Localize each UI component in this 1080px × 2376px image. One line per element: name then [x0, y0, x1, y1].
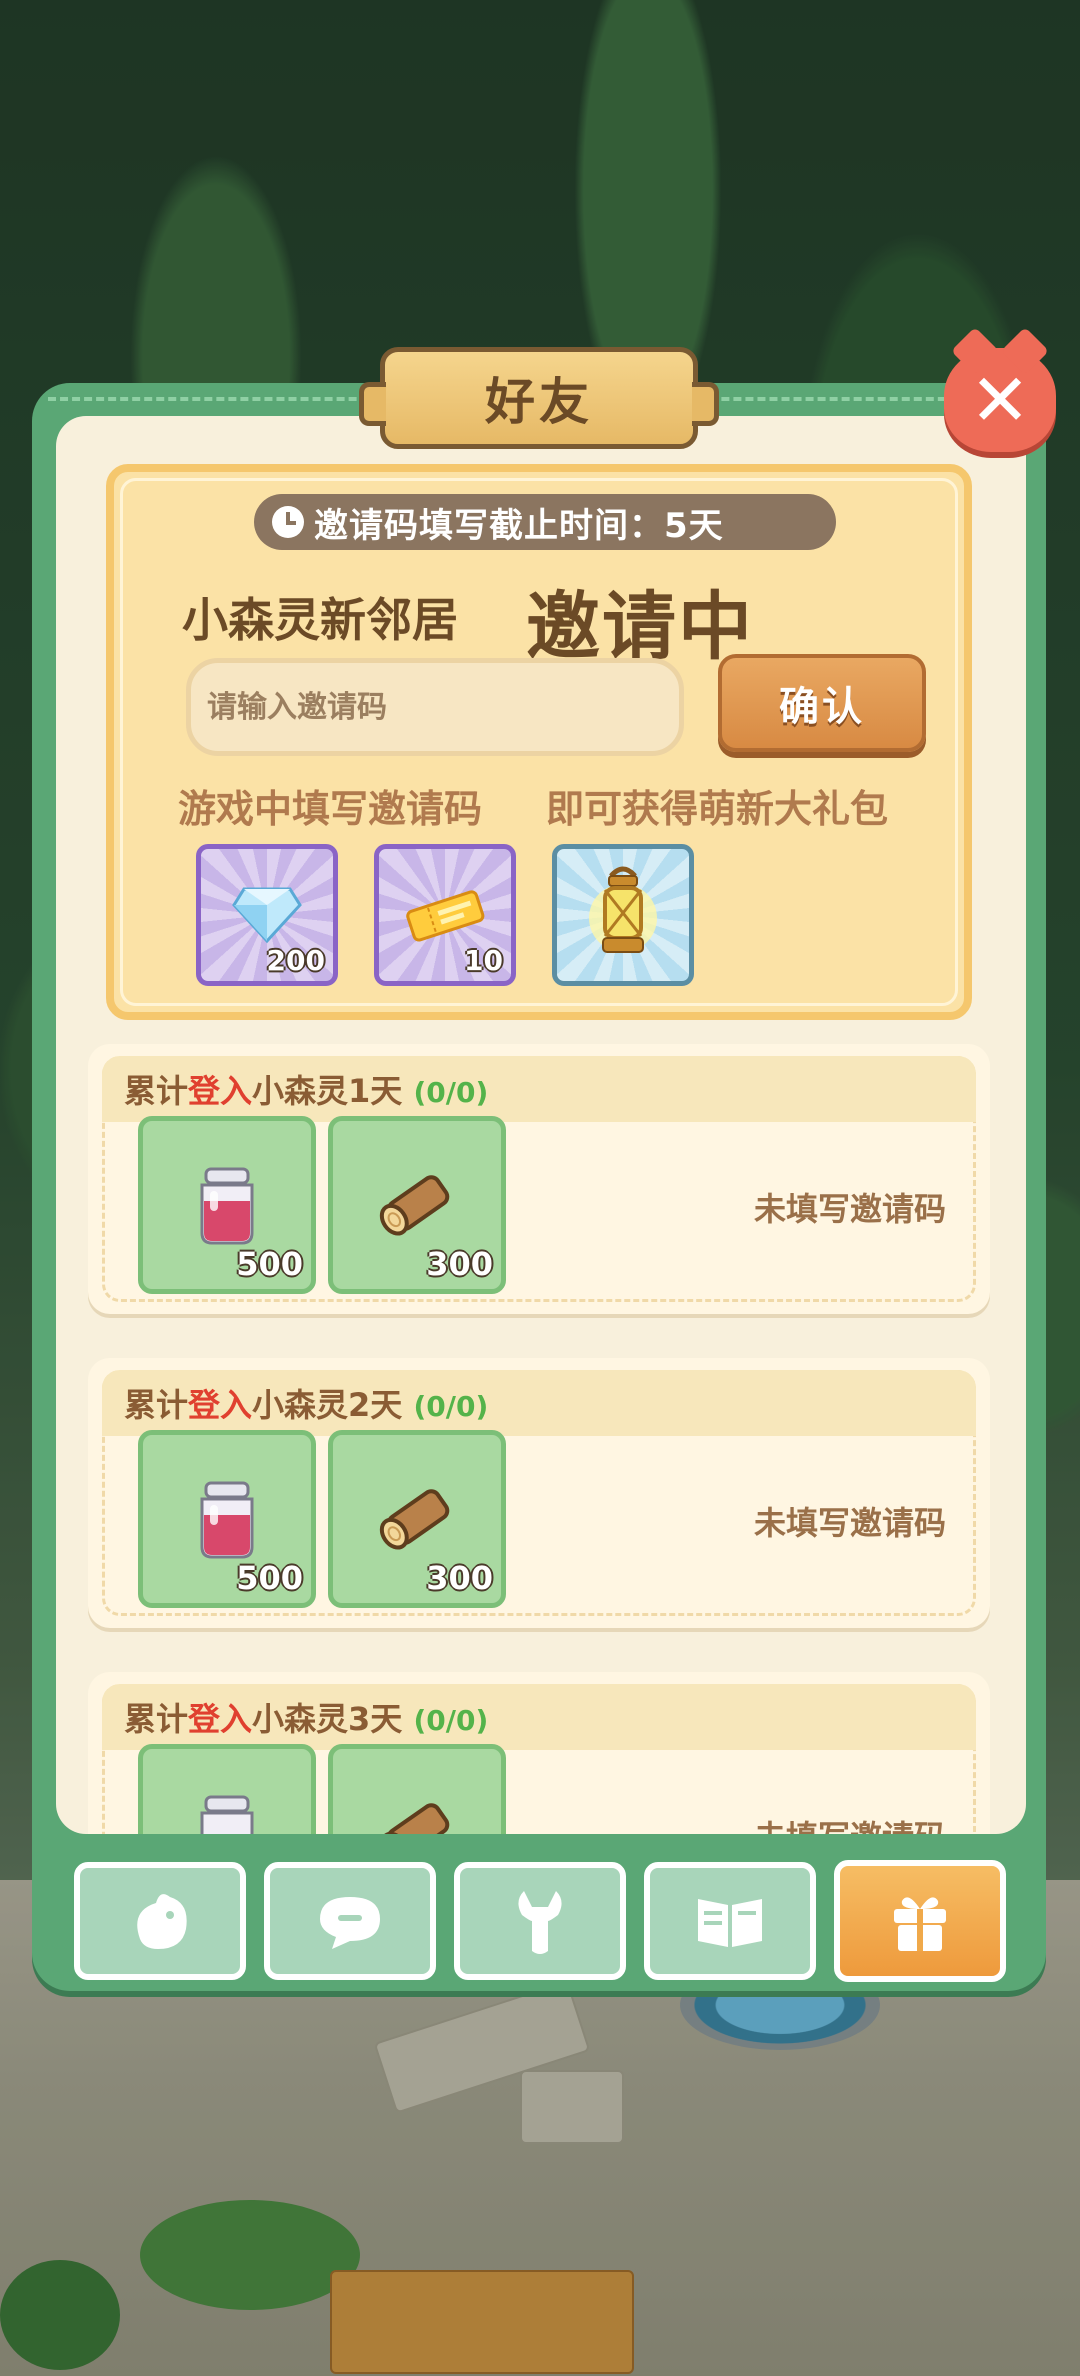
row-title-suffix: 小森灵2天	[252, 1386, 403, 1424]
gift-item-diamond[interactable]: 200	[196, 844, 338, 986]
wood-log-icon	[379, 1175, 450, 1236]
gift-item-ticket[interactable]: 10	[374, 844, 516, 986]
jam-jar-icon	[200, 1795, 254, 1834]
reward-qty: 300	[426, 1245, 493, 1283]
reward-row-day-3: 累计登入小森灵3天 (0/0) 未填写邀请码	[88, 1672, 990, 1834]
tab-guide[interactable]	[644, 1862, 816, 1980]
reward-qty: 500	[236, 1559, 303, 1597]
row-title-prefix: 累计	[124, 1072, 189, 1110]
row-title: 累计登入小森灵2天 (0/0)	[124, 1380, 488, 1426]
lantern-icon	[589, 866, 657, 953]
invite-hint-right: 即可获得萌新大礼包	[546, 787, 889, 831]
row-progress: (0/0)	[413, 1390, 489, 1423]
reward-item-jam[interactable]	[138, 1744, 316, 1834]
jam-jar-icon	[200, 1167, 254, 1245]
deadline-badge: 邀请码填写截止时间：5天	[254, 494, 836, 550]
gift-item-lantern[interactable]	[552, 844, 694, 986]
dialog-title: 好友	[485, 373, 593, 431]
reward-item-jam[interactable]: 500	[138, 1430, 316, 1608]
scroll-clip: 累计登入小森灵3天 (0/0) 未填写邀请码	[56, 1650, 1026, 1834]
gift-qty: 200	[266, 944, 325, 977]
diamond-icon	[232, 887, 302, 944]
tab-tools[interactable]	[454, 1862, 626, 1980]
reward-qty: 300	[426, 1559, 493, 1597]
ticket-icon	[406, 890, 485, 942]
tab-chat[interactable]	[264, 1862, 436, 1980]
row-title-suffix: 小森灵1天	[252, 1072, 403, 1110]
reward-row-day-2: 累计登入小森灵2天 (0/0) 500 300 未填写邀请码	[88, 1358, 990, 1628]
invite-card: 邀请码填写截止时间：5天 小森灵新邻居 邀请中 确认 游戏中填写邀请码 即可获得…	[106, 464, 972, 1020]
invite-hint-left: 游戏中填写邀请码	[178, 787, 483, 831]
reward-item-wood[interactable]	[328, 1744, 506, 1834]
row-title-prefix: 累计	[124, 1700, 189, 1738]
chat-icon	[320, 1897, 380, 1949]
tab-friends[interactable]	[74, 1862, 246, 1980]
gift-icon	[894, 1897, 946, 1951]
invite-headline: 小森灵新邻居	[182, 593, 458, 647]
invite-code-input[interactable]	[186, 658, 684, 756]
row-title-highlight: 登入	[188, 1386, 253, 1424]
gift-qty: 10	[464, 944, 503, 977]
row-title-highlight: 登入	[188, 1700, 253, 1738]
dialog-title-tab: 好友	[359, 347, 719, 449]
clock-icon	[272, 506, 304, 538]
row-progress: (0/0)	[413, 1076, 489, 1109]
wood-log-icon	[379, 1489, 450, 1550]
wood-log-icon	[379, 1803, 450, 1834]
row-title-prefix: 累计	[124, 1386, 189, 1424]
reward-item-jam[interactable]: 500	[138, 1116, 316, 1294]
jam-jar-icon	[200, 1481, 254, 1559]
row-title-suffix: 小森灵3天	[252, 1700, 403, 1738]
reward-row-day-1: 累计登入小森灵1天 (0/0) 500 300 未填写邀请码	[88, 1044, 990, 1314]
close-button[interactable]: ✕	[944, 348, 1056, 452]
close-icon: ✕	[969, 358, 1031, 442]
row-title: 累计登入小森灵3天 (0/0)	[124, 1694, 488, 1740]
confirm-button[interactable]: 确认	[718, 654, 926, 752]
tab-gift[interactable]	[834, 1860, 1006, 1982]
reward-item-wood[interactable]: 300	[328, 1116, 506, 1294]
row-status: 未填写邀请码	[753, 1190, 946, 1228]
book-icon	[698, 1899, 762, 1947]
row-title: 累计登入小森灵1天 (0/0)	[124, 1066, 488, 1112]
deadline-text: 邀请码填写截止时间：5天	[314, 505, 724, 546]
row-progress: (0/0)	[413, 1704, 489, 1737]
row-status: 未填写邀请码	[754, 1812, 946, 1834]
reward-item-wood[interactable]: 300	[328, 1430, 506, 1608]
wrench-icon	[518, 1891, 562, 1954]
row-title-highlight: 登入	[188, 1072, 253, 1110]
reward-qty: 500	[236, 1245, 303, 1283]
confirm-button-label: 确认	[779, 684, 865, 730]
chick-icon	[137, 1894, 187, 1949]
row-status: 未填写邀请码	[753, 1504, 946, 1542]
